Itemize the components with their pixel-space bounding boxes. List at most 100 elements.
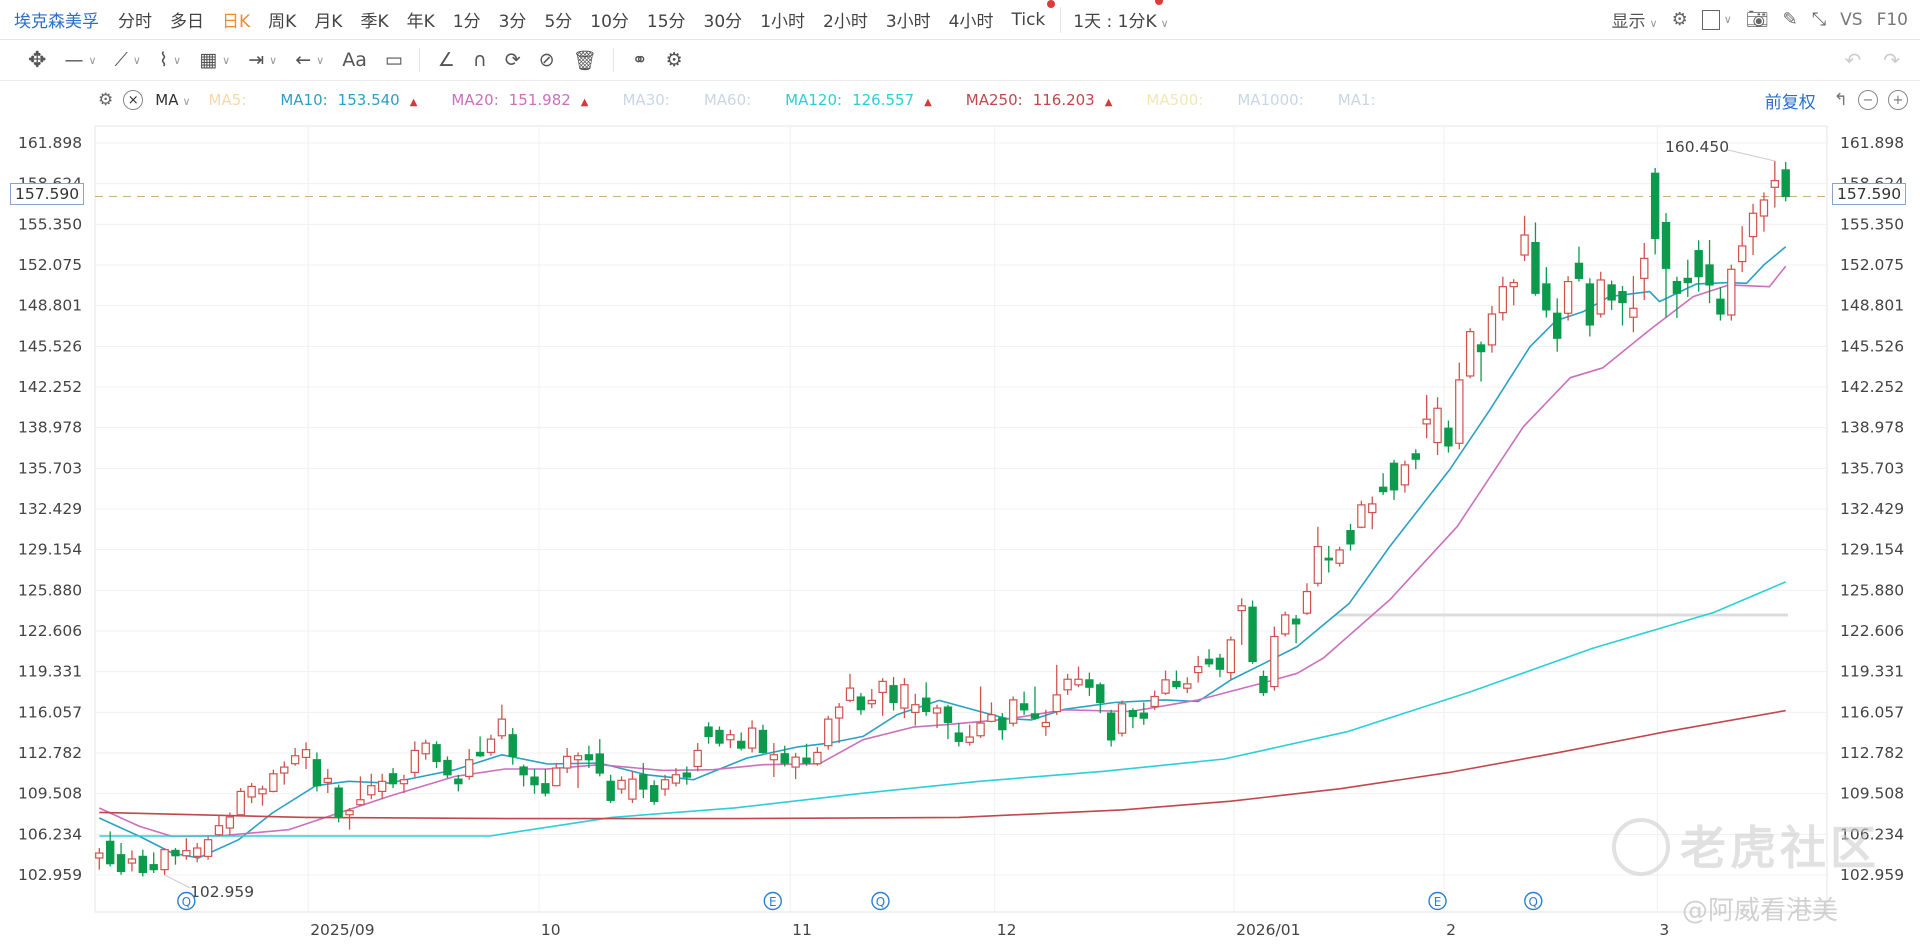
tab-9[interactable]: 5分 — [544, 7, 572, 32]
tab-12[interactable]: 30分 — [704, 7, 743, 32]
ma-item[interactable]: MA60: — [704, 91, 751, 109]
vs-button[interactable]: VS — [1840, 10, 1862, 30]
tab-1[interactable]: 多日 — [170, 7, 204, 32]
y-tick-label: 135.703 — [1840, 459, 1904, 477]
event-marker-q[interactable]: Q — [871, 891, 890, 911]
tab-7[interactable]: 1分 — [453, 7, 481, 32]
measure-tool-icon[interactable]: ⇥ ∨ — [248, 49, 277, 71]
tab-14[interactable]: 2小时 — [823, 7, 868, 32]
gear-icon[interactable]: ⚙ — [98, 90, 113, 110]
tab-6[interactable]: 年K — [407, 7, 435, 32]
f10-button[interactable]: F10 — [1877, 10, 1908, 30]
camera-icon[interactable]: 📷︎ — [1746, 9, 1769, 30]
layout-icon[interactable]: ∨ — [1701, 9, 1732, 30]
zoom-in-icon[interactable]: + — [1888, 90, 1908, 110]
ma-item[interactable]: MA20: 151.982 ▲ — [451, 91, 588, 109]
sync-icon[interactable]: ⟳ — [505, 49, 521, 71]
display-menu[interactable]: 显示 ∨ — [1612, 7, 1658, 32]
event-marker-q[interactable]: Q — [1524, 891, 1543, 911]
angle-tool-icon[interactable]: ∠ — [438, 49, 455, 71]
candle-body — [127, 858, 137, 864]
delete-icon[interactable]: 🗑︎ — [573, 49, 597, 72]
line-tool-icon[interactable]: — ∨ — [64, 49, 96, 71]
adjust-mode-button[interactable]: 前复权 — [1765, 88, 1816, 113]
event-marker-q[interactable]: Q — [177, 891, 196, 911]
candle — [1117, 700, 1127, 737]
y-tick-label: 116.057 — [18, 703, 82, 721]
settings-icon[interactable]: ⚙ — [666, 49, 683, 71]
event-marker-e[interactable]: E — [1428, 891, 1447, 911]
candle-body — [1422, 418, 1431, 425]
candle — [1520, 215, 1529, 261]
ma-item[interactable]: MA1000: — [1237, 91, 1303, 109]
tab-8[interactable]: 3分 — [499, 7, 527, 32]
magnet-icon[interactable]: ∩ — [473, 49, 487, 71]
tab-2[interactable]: 日K — [222, 7, 250, 32]
candle — [116, 843, 126, 875]
candle — [1422, 394, 1431, 439]
tab-10[interactable]: 10分 — [590, 7, 629, 32]
tab-16[interactable]: 4小时 — [949, 7, 994, 32]
stock-name[interactable]: 埃克森美孚 — [14, 7, 99, 32]
polyline-tool-icon[interactable]: ⟋ ∨ — [115, 49, 141, 71]
pencil-icon[interactable]: ✎ — [1783, 9, 1798, 30]
tab-4[interactable]: 月K — [314, 7, 342, 32]
undo-icon[interactable]: ↶ — [1844, 48, 1861, 72]
indicator-select[interactable]: MA ∨ — [155, 91, 190, 109]
tab-15[interactable]: 3小时 — [886, 7, 931, 32]
collapse-icon[interactable]: ⤡ — [1812, 9, 1826, 30]
candle-body — [1052, 694, 1061, 713]
ma-label: MA500: — [1146, 91, 1204, 109]
candle-body — [193, 847, 202, 857]
redo-icon[interactable]: ↷ — [1883, 48, 1900, 72]
candlestick-chart[interactable]: 161.898158.624155.350152.075148.801145.5… — [0, 0, 1920, 948]
y-tick-label: 109.508 — [1840, 785, 1904, 803]
ma-item[interactable]: MA120: 126.557 ▲ — [785, 91, 932, 109]
candle — [1183, 677, 1192, 694]
candle-body — [290, 755, 300, 765]
close-indicator-icon[interactable]: × — [123, 90, 144, 110]
ma-item[interactable]: MA5: — [209, 91, 247, 109]
comment-tool-icon[interactable]: ▭ — [385, 49, 403, 71]
y-tick-label: 112.782 — [18, 744, 82, 762]
candle-body — [791, 756, 800, 768]
candle — [421, 739, 430, 760]
candle — [911, 693, 920, 726]
candle-body — [247, 785, 256, 798]
y-tick-label: 152.075 — [1840, 256, 1904, 274]
text-tool-icon[interactable]: Aa — [342, 49, 367, 71]
ma-item[interactable]: MA1: — [1338, 91, 1376, 109]
hide-drawings-icon[interactable]: ⊘ — [539, 49, 555, 71]
tab-5[interactable]: 季K — [360, 7, 388, 32]
period-select[interactable]: 1天 : 1分K ∨ — [1073, 0, 1169, 32]
tab-0[interactable]: 分时 — [118, 7, 152, 32]
candle-body — [573, 755, 583, 761]
tab-17[interactable]: Tick — [1012, 0, 1056, 30]
tab-11[interactable]: 15分 — [647, 7, 686, 32]
fibonacci-tool-icon[interactable]: ▦ ∨ — [199, 49, 230, 71]
event-markers[interactable]: QEQEQ — [177, 891, 1543, 911]
ma-item[interactable]: MA250: 116.203 ▲ — [966, 91, 1113, 109]
compare-icon[interactable]: ⚭ — [632, 49, 648, 71]
ma-item[interactable]: MA500: — [1146, 91, 1203, 109]
move-icon[interactable]: ✥ — [28, 48, 46, 73]
candle-body — [1520, 234, 1529, 256]
arrow-tool-icon[interactable]: ← ∨ — [295, 49, 324, 71]
candle — [617, 776, 626, 794]
candle-body — [932, 707, 942, 714]
ma-item[interactable]: MA30: — [622, 91, 669, 109]
zoom-out-icon[interactable]: − — [1858, 90, 1878, 110]
candle-body — [1085, 679, 1094, 688]
ma-item[interactable]: MA10: 153.540 ▲ — [280, 91, 417, 109]
gear-icon[interactable]: ⚙ — [1672, 9, 1688, 30]
candle-body — [921, 697, 931, 713]
event-marker-e[interactable]: E — [763, 891, 782, 911]
tab-13[interactable]: 1小时 — [760, 7, 805, 32]
candle-body — [1640, 257, 1649, 279]
candle-body — [497, 718, 507, 737]
wave-tool-icon[interactable]: ⌇ ∨ — [159, 49, 181, 71]
tab-3[interactable]: 周K — [268, 7, 296, 32]
candle-body — [116, 854, 126, 872]
candle-body — [845, 687, 855, 701]
reset-icon[interactable]: ↰ — [1834, 90, 1848, 110]
